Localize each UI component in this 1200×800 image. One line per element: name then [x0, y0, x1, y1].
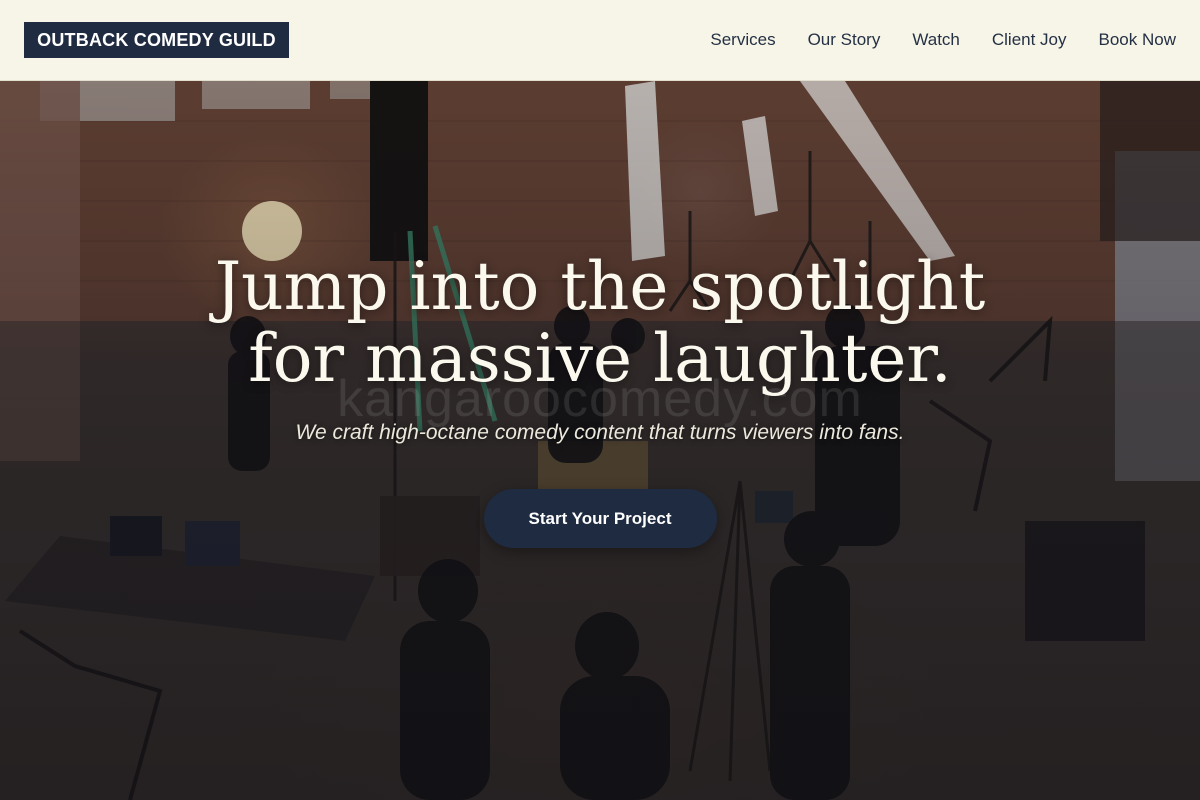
- nav-watch[interactable]: Watch: [912, 30, 960, 50]
- nav-services[interactable]: Services: [710, 30, 775, 50]
- hero-headline: Jump into the spotlight for massive laug…: [0, 251, 1200, 395]
- site-header: OUTBACK COMEDY GUILD Services Our Story …: [0, 0, 1200, 81]
- nav-our-story[interactable]: Our Story: [808, 30, 881, 50]
- hero-subtitle: We craft high-octane comedy content that…: [295, 421, 905, 444]
- nav-book-now[interactable]: Book Now: [1099, 30, 1176, 50]
- hero-content: Jump into the spotlight for massive laug…: [0, 251, 1200, 548]
- logo[interactable]: OUTBACK COMEDY GUILD: [24, 22, 289, 58]
- start-project-button[interactable]: Start Your Project: [483, 489, 717, 548]
- main-nav: Services Our Story Watch Client Joy Book…: [710, 30, 1176, 50]
- hero-section: Jump into the spotlight for massive laug…: [0, 81, 1200, 800]
- hero-headline-line-1: Jump into the spotlight: [214, 248, 986, 325]
- hero-headline-line-2: for massive laughter.: [248, 320, 952, 397]
- nav-client-joy[interactable]: Client Joy: [992, 30, 1067, 50]
